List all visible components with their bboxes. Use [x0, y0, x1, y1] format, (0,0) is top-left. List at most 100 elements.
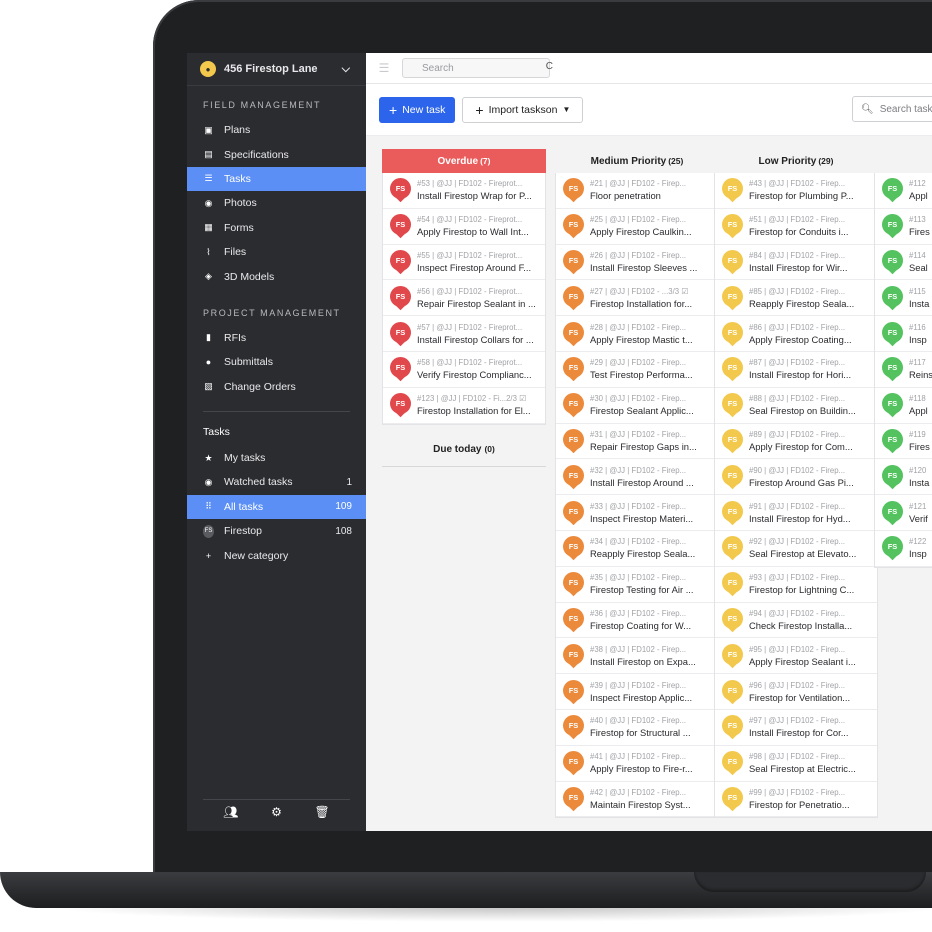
sidebar-item-photos[interactable]: ◉ Photos [187, 191, 366, 215]
column-header[interactable] [874, 149, 932, 173]
task-card[interactable]: FS #25 | @JJ | FD102 - Firep... Apply Fire… [556, 208, 718, 245]
task-card[interactable]: FS #89 | @JJ | FD102 - Firep... Apply Fire… [715, 423, 877, 460]
new-task-button[interactable]: + New task [379, 96, 456, 123]
task-card[interactable]: FS #43 | @JJ | FD102 - Firep... Firestop f… [715, 173, 877, 209]
task-card[interactable]: FS #36 | @JJ | FD102 - Firep... Firestop C… [556, 602, 718, 639]
import-tasks-button[interactable]: + Import taskson ▼ [462, 96, 584, 123]
sidebar-item-all-tasks[interactable]: ⠿ All tasks 109 [187, 494, 366, 520]
sidebar-item-firestop[interactable]: FS Firestop 108 [187, 519, 366, 543]
task-card[interactable]: FS #30 | @JJ | FD102 - Firep... Firestop S… [556, 387, 718, 424]
task-card[interactable]: FS #34 | @JJ | FD102 - Firep... Reapply Fi… [556, 530, 718, 567]
sidebar-item-rfis[interactable]: ▮ RFIs [187, 326, 366, 350]
task-card[interactable]: FS #122 Insp [875, 530, 932, 567]
task-card[interactable]: FS #120 Insta [875, 459, 932, 496]
sidebar-item-files[interactable]: ⌇ Files [187, 240, 366, 264]
task-card[interactable]: FS #114 Seal [875, 244, 932, 281]
global-search[interactable]: Search C [402, 58, 553, 78]
task-card[interactable]: FS #38 | @JJ | FD102 - Firep... Install Fi… [556, 638, 718, 675]
map-pin-icon: FS [722, 357, 743, 382]
sidebar-item-label: RFIs [224, 331, 247, 344]
task-card[interactable]: FS #86 | @JJ | FD102 - Firep... Apply Fire… [715, 316, 877, 352]
task-card[interactable]: FS #29 | @JJ | FD102 - Firep... Test Fires… [556, 351, 718, 388]
task-card[interactable]: FS #96 | @JJ | FD102 - Firep... Firestop f… [715, 674, 877, 710]
task-card[interactable]: FS #118 Appl [875, 387, 932, 424]
task-card[interactable]: FS #84 | @JJ | FD102 - Firep... Install Fi… [715, 244, 877, 281]
task-card[interactable]: FS #53 | @JJ | FD102 - Fireprot... Install… [383, 173, 545, 209]
task-card[interactable]: FS #113 Fires [875, 208, 932, 245]
task-meta: #42 | @JJ | FD102 - Firep... [590, 787, 687, 797]
task-card[interactable]: FS #58 | @JJ | FD102 - Fireprot... Verify … [383, 351, 545, 388]
task-card[interactable]: FS #54 | @JJ | FD102 - Fireprot... Apply F… [383, 208, 545, 245]
task-card[interactable]: FS #116 Insp [875, 316, 932, 352]
task-card[interactable]: FS #55 | @JJ | FD102 - Fireprot... Inspect… [383, 244, 545, 281]
task-card[interactable]: FS #117 Reins [875, 351, 932, 388]
task-card[interactable]: FS #99 | @JJ | FD102 - Firep... Firestop f… [715, 781, 877, 818]
task-card[interactable]: FS #26 | @JJ | FD102 - Firep... Install Fi… [556, 244, 718, 281]
task-card[interactable]: FS #28 | @JJ | FD102 - Firep... Apply Fire… [556, 316, 718, 352]
sidebar-item-new-category[interactable]: + New category [187, 543, 366, 567]
task-card[interactable]: FS #35 | @JJ | FD102 - Firep... Firestop T… [556, 566, 718, 603]
task-card[interactable]: FS #121 Verif [875, 495, 932, 531]
task-card[interactable]: FS #97 | @JJ | FD102 - Firep... Install Fi… [715, 709, 877, 746]
task-card[interactable]: FS #40 | @JJ | FD102 - Firep... Firestop f… [556, 709, 718, 746]
search-icon[interactable]: C [546, 61, 553, 72]
sidebar-item-plans[interactable]: ▣ Plans [187, 118, 366, 142]
task-title: Firestop Installation for... [590, 297, 693, 309]
sidebar-item-forms[interactable]: ▦ Forms [187, 216, 366, 240]
task-title: Install Firestop for Hyd... [749, 512, 851, 524]
sidebar-item-tasks[interactable]: ☰ Tasks [187, 166, 366, 192]
column-header[interactable]: Low Priority (29) [714, 149, 878, 173]
sidebar-item-my-tasks[interactable]: ★ My tasks [187, 446, 366, 470]
chevron-down-icon[interactable]: ⌵ [342, 63, 350, 76]
trash-icon[interactable]: 🗑︎ [314, 805, 329, 819]
task-card[interactable]: FS #41 | @JJ | FD102 - Firep... Apply Fire… [556, 745, 718, 782]
search-input[interactable]: Search [422, 63, 454, 74]
task-card[interactable]: FS #33 | @JJ | FD102 - Firep... Inspect Fi… [556, 495, 718, 531]
sidebar-item-3d-models[interactable]: ◈ 3D Models [187, 264, 366, 288]
task-card[interactable]: FS #21 | @JJ | FD102 - Firep... Floor pene… [556, 173, 718, 209]
sidebar-item-change-orders[interactable]: ▧ Change Orders [187, 375, 366, 399]
sidebar: ● 456 Firestop Lane ⌵ FIELD MANAGEMENT ▣… [187, 53, 366, 831]
project-switcher[interactable]: ● 456 Firestop Lane ⌵ [187, 53, 366, 86]
task-card[interactable]: FS #39 | @JJ | FD102 - Firep... Inspect Fi… [556, 674, 718, 710]
task-card[interactable]: FS #87 | @JJ | FD102 - Firep... Install Fi… [715, 351, 877, 388]
grid-icon: ⠿ [205, 501, 212, 512]
column-header[interactable]: Overdue (7) [382, 149, 546, 173]
task-card[interactable]: FS #123 | @JJ | FD102 - Fi...2/3 ☑ Firesto… [383, 387, 545, 424]
task-card[interactable]: FS #42 | @JJ | FD102 - Firep... Maintain F… [556, 781, 718, 818]
hamburger-icon[interactable]: ☰ [366, 61, 402, 75]
task-card[interactable]: FS #98 | @JJ | FD102 - Firep... Seal Fires… [715, 745, 877, 782]
sidebar-item-specifications[interactable]: ▤ Specifications [187, 142, 366, 166]
task-card[interactable]: FS #112 Appl [875, 173, 932, 209]
column-header[interactable]: Medium Priority (25) [555, 149, 719, 173]
task-card[interactable]: FS #27 | @JJ | FD102 - ...3/3 ☑ Firestop I… [556, 280, 718, 317]
sidebar-item-label: Firestop [224, 525, 262, 538]
task-card[interactable]: FS #119 Fires [875, 423, 932, 460]
sidebar-item-watched-tasks[interactable]: ◉ Watched tasks 1 [187, 470, 366, 494]
task-card[interactable]: FS #91 | @JJ | FD102 - Firep... Install Fi… [715, 495, 877, 531]
gear-icon[interactable]: ⚙ [271, 805, 282, 819]
task-card[interactable]: FS #57 | @JJ | FD102 - Fireprot... Install… [383, 316, 545, 352]
task-card[interactable]: FS #51 | @JJ | FD102 - Firep... Firestop f… [715, 208, 877, 245]
task-title: Verif [909, 512, 928, 524]
task-card[interactable]: FS #95 | @JJ | FD102 - Firep... Apply Fire… [715, 638, 877, 675]
task-card[interactable]: FS #94 | @JJ | FD102 - Firep... Check Fire… [715, 602, 877, 639]
task-search-input[interactable]: 🔍︎ Search task [852, 96, 932, 122]
section-title-tasks: Tasks [203, 425, 230, 438]
due-today-header[interactable]: Due today (0) [382, 433, 546, 467]
task-meta: #32 | @JJ | FD102 - Firep... [590, 465, 687, 475]
sidebar-item-submittals[interactable]: ● Submittals [187, 350, 366, 374]
task-card[interactable]: FS #88 | @JJ | FD102 - Firep... Seal Fires… [715, 387, 877, 424]
task-card[interactable]: FS #31 | @JJ | FD102 - Firep... Repair Fir… [556, 423, 718, 460]
task-card[interactable]: FS #92 | @JJ | FD102 - Firep... Seal Fires… [715, 530, 877, 567]
task-title: Apply Firestop to Fire-r... [590, 763, 693, 775]
task-card[interactable]: FS #115 Insta [875, 280, 932, 317]
column-count: (7) [480, 156, 491, 166]
task-card[interactable]: FS #90 | @JJ | FD102 - Firep... Firestop A… [715, 459, 877, 496]
task-card[interactable]: FS #85 | @JJ | FD102 - Firep... Reapply Fi… [715, 280, 877, 317]
team-icon[interactable]: 👥︎ [223, 805, 238, 819]
map-pin-icon: FS [563, 500, 584, 525]
task-card[interactable]: FS #93 | @JJ | FD102 - Firep... Firestop f… [715, 566, 877, 603]
task-card[interactable]: FS #32 | @JJ | FD102 - Firep... Install Fi… [556, 459, 718, 496]
task-card[interactable]: FS #56 | @JJ | FD102 - Fireprot... Repair … [383, 280, 545, 317]
